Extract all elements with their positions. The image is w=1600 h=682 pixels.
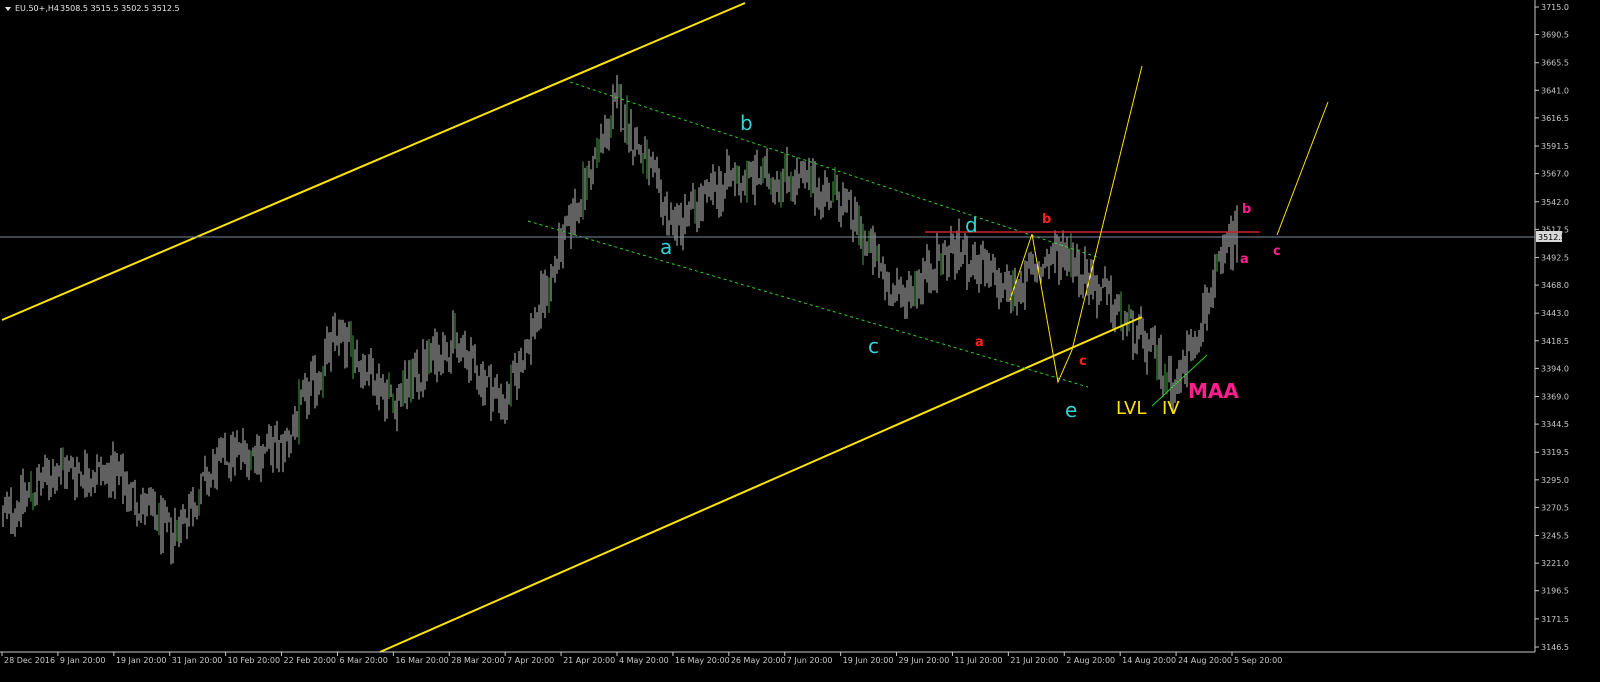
projected-label-c: c	[1273, 244, 1281, 259]
wave-label-e: e	[1065, 398, 1077, 422]
y-tick-label: 3641.0	[1541, 86, 1569, 95]
wave-label-a: a	[660, 235, 672, 259]
y-tick-label: 3468.0	[1541, 281, 1569, 290]
x-tick-label: 10 Feb 20:00	[228, 656, 280, 665]
x-tick-label: 4 May 20:00	[619, 656, 669, 665]
x-tick-label: 7 Jun 20:00	[787, 656, 833, 665]
x-tick-label: 31 Jan 20:00	[172, 656, 223, 665]
y-tick-label: 3369.0	[1541, 393, 1569, 402]
x-tick-label: 5 Sep 20:00	[1234, 656, 1282, 665]
y-tick-label: 3295.0	[1541, 476, 1569, 485]
current-price-value: 3512.5	[1538, 233, 1566, 242]
x-tick-label: 19 Jun 20:00	[843, 656, 894, 665]
y-tick-label: 3715.0	[1541, 3, 1569, 12]
x-tick-label: 6 Mar 20:00	[339, 656, 387, 665]
x-tick-label: 7 Apr 20:00	[507, 656, 554, 665]
symbol-label: EU.50+,H4	[15, 4, 59, 13]
subwave-label-b: b	[1042, 212, 1051, 227]
x-tick-label: 16 Mar 20:00	[395, 656, 448, 665]
y-tick-label: 3616.5	[1541, 114, 1569, 123]
subwave-label-a: a	[975, 335, 984, 350]
y-tick-label: 3665.5	[1541, 59, 1569, 68]
y-tick-label: 3591.5	[1541, 142, 1569, 151]
y-tick-label: 3146.5	[1541, 643, 1569, 652]
y-tick-label: 3171.5	[1541, 615, 1569, 624]
ohlc-readout: 3508.5 3515.5 3502.5 3512.5	[60, 4, 180, 13]
price-chart[interactable]: EU.50+,H4 3508.5 3515.5 3502.5 3512.5 a …	[0, 0, 1600, 682]
y-tick-label: 3443.0	[1541, 309, 1569, 318]
y-tick-label: 3270.5	[1541, 503, 1569, 512]
y-tick-label: 3221.0	[1541, 559, 1569, 568]
projected-label-b: b	[1242, 202, 1251, 217]
x-tick-label: 9 Jan 20:00	[60, 656, 106, 665]
x-tick-label: 11 Jul 20:00	[954, 656, 1002, 665]
chart-background	[0, 0, 1600, 682]
chart-header: EU.50+,H4 3508.5 3515.5 3502.5 3512.5	[5, 4, 180, 13]
y-tick-label: 3196.5	[1541, 587, 1569, 596]
y-tick-label: 3542.0	[1541, 198, 1569, 207]
y-tick-label: 3418.5	[1541, 337, 1569, 346]
wave-label-d: d	[965, 213, 978, 237]
y-tick-label: 3492.5	[1541, 253, 1569, 262]
y-tick-label: 3344.5	[1541, 420, 1569, 429]
x-tick-label: 26 May 20:00	[731, 656, 786, 665]
x-tick-label: 21 Apr 20:00	[563, 656, 615, 665]
projected-label-a: a	[1240, 252, 1249, 267]
subwave-label-c: c	[1079, 354, 1087, 369]
x-tick-label: 16 May 20:00	[675, 656, 730, 665]
y-tick-label: 3690.5	[1541, 31, 1569, 40]
wave-label-b: b	[740, 111, 753, 135]
current-price-tag: 3512.5	[1536, 231, 1566, 242]
y-tick-label: 3245.5	[1541, 532, 1569, 541]
label-lvl: LVL	[1116, 398, 1146, 419]
y-tick-label: 3567.0	[1541, 170, 1569, 179]
label-iv: IV	[1162, 398, 1180, 419]
x-tick-label: 24 Aug 20:00	[1178, 656, 1232, 665]
x-tick-label: 29 Jun 20:00	[899, 656, 950, 665]
x-tick-label: 19 Jan 20:00	[116, 656, 167, 665]
x-tick-label: 22 Feb 20:00	[284, 656, 336, 665]
y-tick-label: 3319.5	[1541, 448, 1569, 457]
x-tick-label: 28 Dec 2016	[4, 656, 55, 665]
label-maa: MAA	[1188, 379, 1239, 403]
x-tick-label: 28 Mar 20:00	[451, 656, 504, 665]
wave-label-c: c	[868, 334, 879, 358]
x-tick-label: 14 Aug 20:00	[1122, 656, 1176, 665]
x-tick-label: 21 Jul 20:00	[1010, 656, 1058, 665]
x-tick-label: 2 Aug 20:00	[1066, 656, 1115, 665]
y-tick-label: 3394.0	[1541, 364, 1569, 373]
